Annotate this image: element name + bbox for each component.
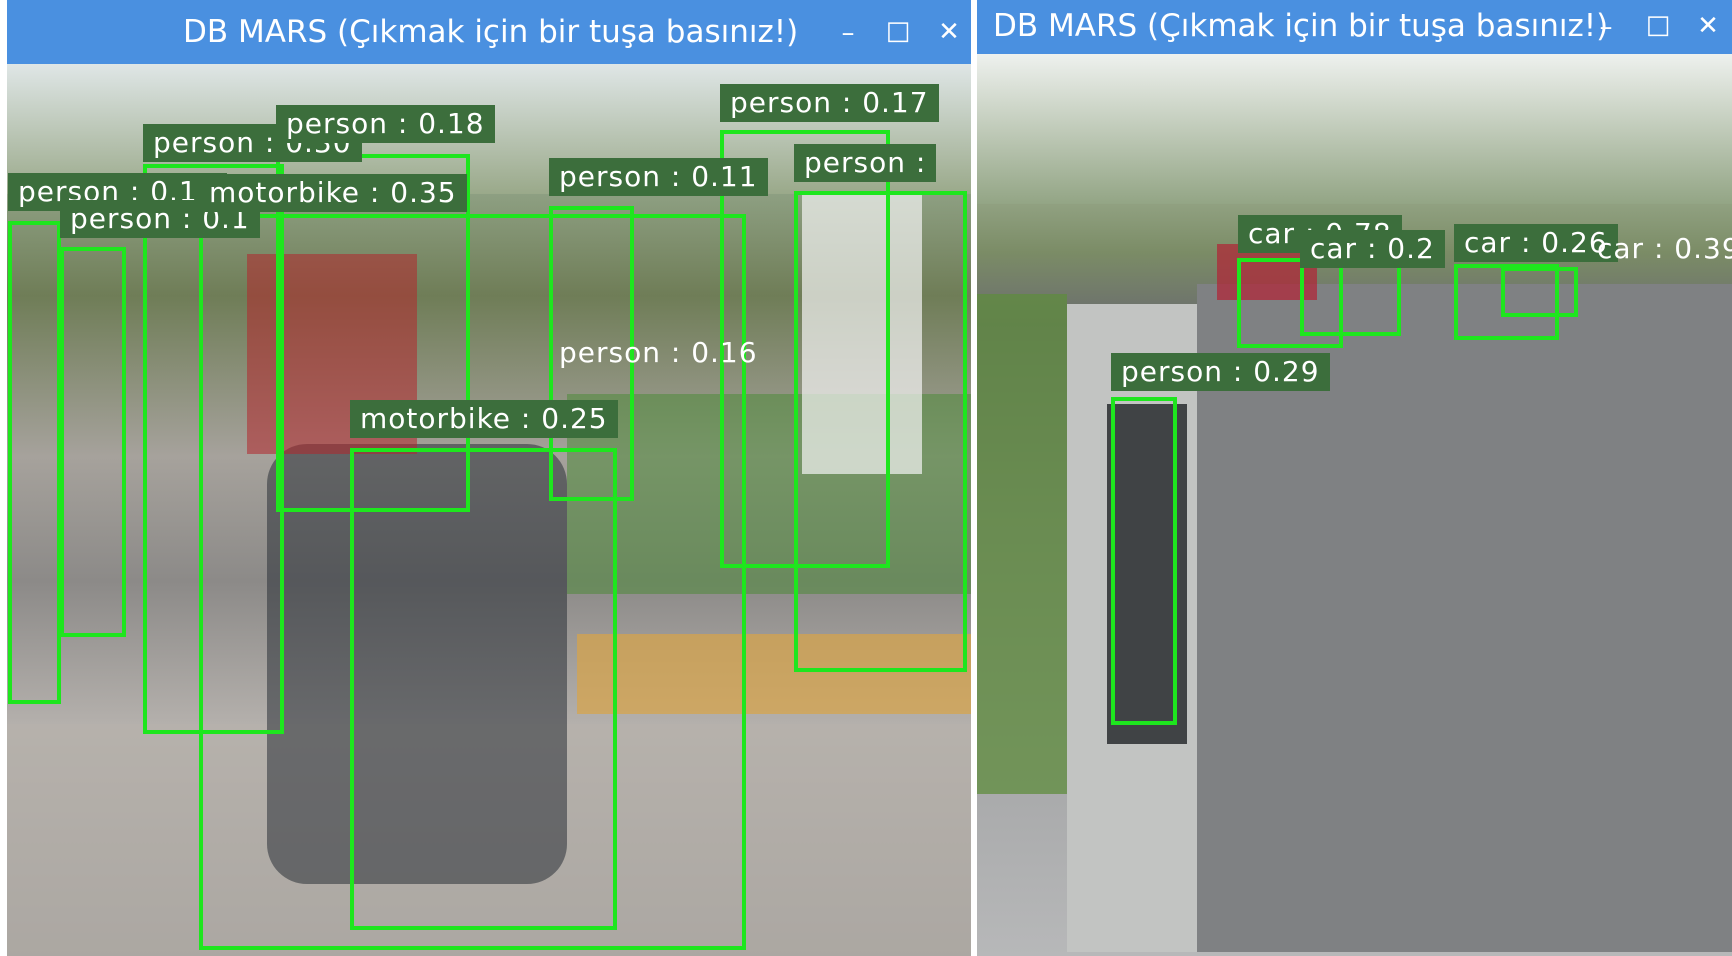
- detection-label: person : 0.11: [549, 158, 768, 196]
- maximize-icon[interactable]: □: [1643, 10, 1673, 40]
- window-title: DB MARS (Çıkmak için bir tuşa basınız!): [183, 14, 799, 50]
- detection-label: motorbike : 0.25: [350, 400, 618, 438]
- window-titlebar[interactable]: DB MARS (Çıkmak için bir tuşa basınız!) …: [977, 0, 1732, 54]
- detection-window-left: DB MARS (Çıkmak için bir tuşa basınız!) …: [7, 0, 971, 956]
- maximize-icon[interactable]: □: [883, 16, 913, 46]
- detection-frame: person : 0.13 person : 0.1 person : 0.30…: [7, 64, 971, 956]
- detection-label: person : 0.16: [559, 336, 758, 369]
- detection-box: [1300, 256, 1401, 336]
- detection-label: person : 0.17: [720, 84, 939, 122]
- close-icon[interactable]: ✕: [934, 17, 964, 47]
- sky-trees: [977, 54, 1732, 204]
- grass: [977, 294, 1067, 794]
- window-title: DB MARS (Çıkmak için bir tuşa basınız!): [993, 8, 1609, 44]
- detection-label: car : 0.2: [1300, 230, 1445, 268]
- close-icon[interactable]: ✕: [1693, 11, 1723, 41]
- detection-frame: car : 0.78 car : 0.2 car : 0.26 car : 0.…: [977, 54, 1732, 956]
- detection-box: [794, 191, 967, 672]
- minimize-icon[interactable]: –: [1591, 12, 1621, 42]
- detection-label: person :: [794, 144, 937, 182]
- detection-box: [60, 247, 126, 637]
- detection-label: car : 0.26: [1454, 224, 1618, 262]
- detection-box: [1111, 397, 1177, 725]
- window-titlebar[interactable]: DB MARS (Çıkmak için bir tuşa basınız!) …: [7, 0, 971, 64]
- detection-box: [8, 221, 61, 704]
- minimize-icon[interactable]: –: [833, 18, 863, 48]
- detection-box: [350, 448, 617, 930]
- detection-label: person : 0.29: [1111, 353, 1330, 391]
- detection-label: car : 0.39: [1597, 232, 1732, 265]
- detection-window-right: DB MARS (Çıkmak için bir tuşa basınız!) …: [977, 0, 1732, 956]
- detection-box: [1501, 267, 1578, 317]
- detection-label: motorbike : 0.35: [199, 174, 467, 212]
- detection-label: person : 0.18: [276, 105, 495, 143]
